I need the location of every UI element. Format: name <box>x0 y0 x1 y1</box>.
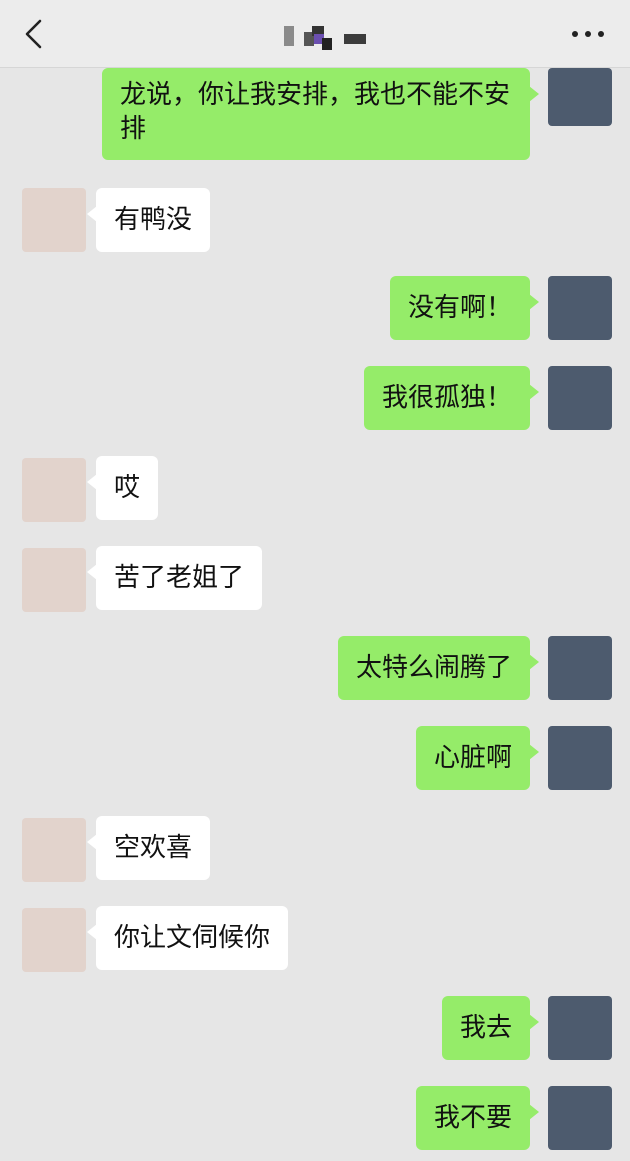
message-bubble-sent[interactable]: 我很孤独！ <box>363 366 540 430</box>
avatar[interactable] <box>22 818 86 882</box>
top-navigation-bar <box>0 0 630 68</box>
message-bubble-received[interactable]: 哎 <box>86 456 159 520</box>
avatar[interactable] <box>548 366 612 430</box>
message-bubble-received[interactable]: 空欢喜 <box>86 816 211 880</box>
avatar[interactable] <box>548 68 612 126</box>
chat-title <box>282 26 372 52</box>
avatar[interactable] <box>22 908 86 972</box>
message-bubble-sent[interactable]: 我去 <box>441 996 540 1060</box>
message-bubble-received[interactable]: 你让文伺候你 <box>86 906 289 970</box>
avatar[interactable] <box>22 188 86 252</box>
more-dots-icon[interactable] <box>572 30 604 40</box>
message-bubble-received[interactable]: 苦了老姐了 <box>86 546 263 610</box>
message-bubble-sent[interactable]: 没有啊！ <box>389 276 540 340</box>
message-bubble-sent[interactable]: 太特么闹腾了 <box>337 636 540 700</box>
avatar[interactable] <box>548 726 612 790</box>
avatar[interactable] <box>548 996 612 1060</box>
message-bubble-sent[interactable]: 心脏啊 <box>415 726 540 790</box>
avatar[interactable] <box>548 636 612 700</box>
avatar[interactable] <box>548 1086 612 1150</box>
avatar[interactable] <box>22 548 86 612</box>
message-bubble-sent[interactable]: 龙说，你让我安排，我也不能不安排 <box>102 68 539 160</box>
message-bubble-sent[interactable]: 我不要 <box>415 1086 540 1150</box>
avatar[interactable] <box>22 458 86 522</box>
message-bubble-received[interactable]: 有鸭没 <box>86 188 211 252</box>
chevron-left-icon[interactable] <box>20 18 50 50</box>
avatar[interactable] <box>548 276 612 340</box>
chat-area: 龙说，你让我安排，我也不能不安排 有鸭没 没有啊！ 我很孤独！ 哎 苦了老姐了 … <box>0 68 630 1161</box>
